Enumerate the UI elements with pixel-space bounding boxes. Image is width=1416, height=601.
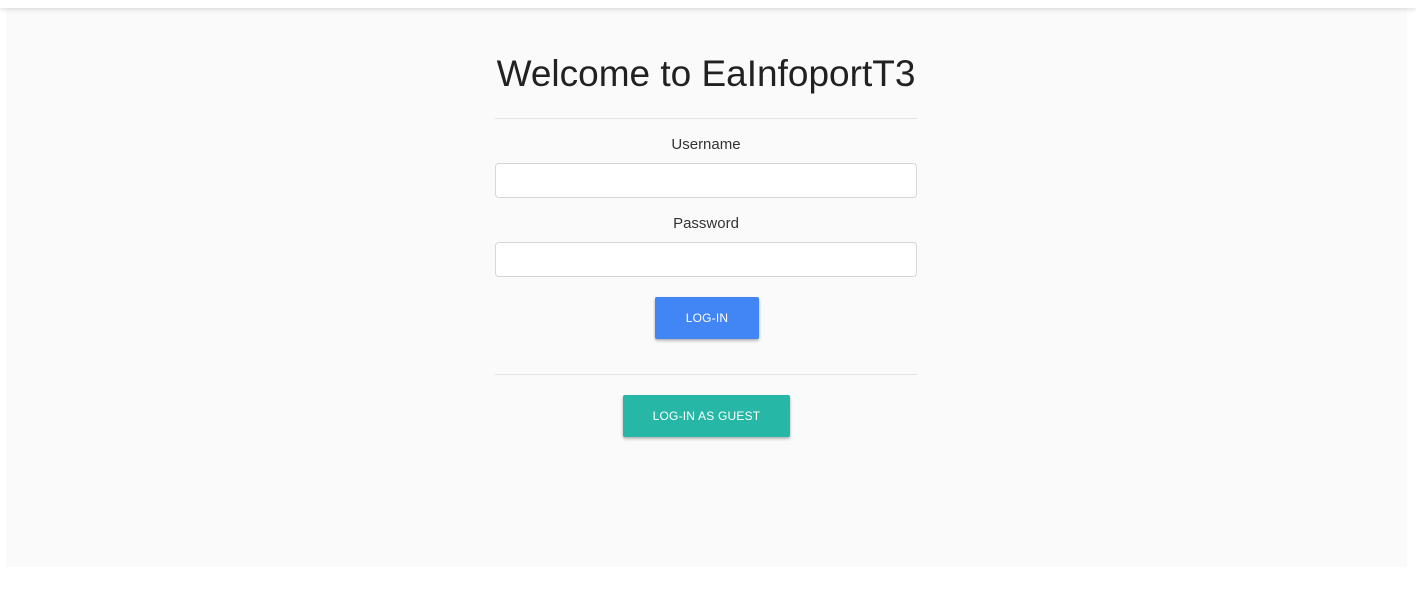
username-label: Username xyxy=(671,136,741,153)
password-label: Password xyxy=(673,215,739,232)
username-input[interactable] xyxy=(495,163,917,198)
top-bar xyxy=(0,0,1416,8)
title-divider xyxy=(495,118,917,119)
section-divider xyxy=(495,374,917,375)
login-panel: Welcome to EaInfoportT3 Username Passwor… xyxy=(6,8,1407,567)
login-page: Welcome to EaInfoportT3 Username Passwor… xyxy=(0,0,1416,601)
login-button[interactable]: LOG-IN xyxy=(655,297,759,339)
guest-login-button[interactable]: LOG-IN AS GUEST xyxy=(623,395,790,437)
password-input[interactable] xyxy=(495,242,917,277)
page-title: Welcome to EaInfoportT3 xyxy=(496,53,916,94)
